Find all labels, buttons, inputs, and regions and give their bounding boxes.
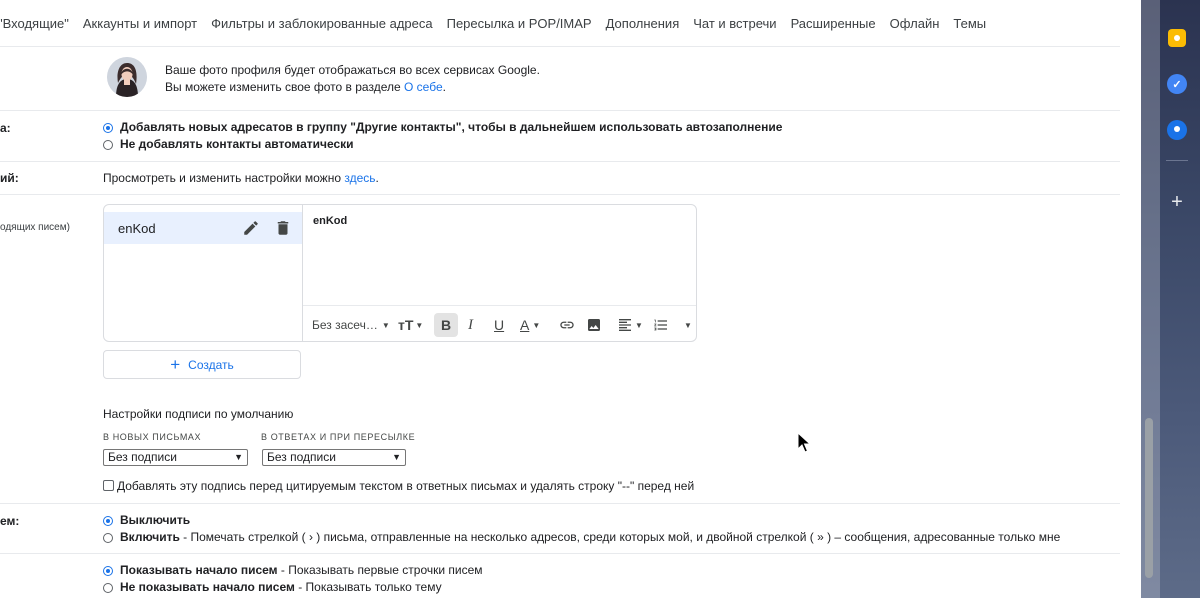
underline-icon[interactable]: U <box>494 316 504 334</box>
tasks-icon[interactable] <box>1167 74 1187 94</box>
signature-list: enKod <box>104 205 303 341</box>
auto-add-contacts-radio[interactable] <box>103 123 113 133</box>
dropdown-arrow-icon: ▼ <box>381 320 390 330</box>
divider <box>0 46 1120 47</box>
signature-editor-content[interactable]: enKod <box>313 215 347 227</box>
profile-change-suffix: . <box>442 80 446 94</box>
show-snippets-radio[interactable] <box>103 566 113 576</box>
no-auto-contacts-label: Не добавлять контакты автоматически <box>120 137 354 151</box>
profile-change-prefix: Вы можете изменить свое фото в разделе <box>165 80 404 94</box>
font-family-select[interactable]: Без засеч… ▼ <box>312 316 390 334</box>
create-signature-label: Создать <box>188 357 234 372</box>
settings-row-label: ий: <box>0 171 19 185</box>
hide-snippets-radio[interactable] <box>103 583 113 593</box>
show-snippets-label: Показывать начало писем - Показывать пер… <box>120 563 483 577</box>
align-button[interactable]: ▼ <box>617 316 643 334</box>
show-snippets-bold: Показывать начало писем <box>120 563 278 577</box>
font-family-label: Без засеч… <box>312 318 378 332</box>
indicators-off-label: Выключить <box>120 513 191 527</box>
settings-tabs: "Входящие" Аккаунты и импорт Фильтры и з… <box>0 14 1000 36</box>
plus-icon: + <box>170 355 181 374</box>
signature-defaults-heading: Настройки подписи по умолчанию <box>103 407 294 421</box>
profile-photo-text: Ваше фото профиля будет отображаться во … <box>165 63 540 77</box>
settings-row-suffix: . <box>375 171 379 185</box>
tab-chat[interactable]: Чат и встречи <box>693 14 776 36</box>
keep-icon[interactable] <box>1168 29 1186 47</box>
indicators-row-label: ем: <box>0 514 20 528</box>
avatar[interactable] <box>107 57 147 97</box>
add-addon-plus-icon[interactable]: + <box>1167 192 1187 214</box>
new-mail-signature-value: Без подписи <box>108 450 177 464</box>
contacts-icon[interactable] <box>1167 120 1187 140</box>
tab-offline[interactable]: Офлайн <box>890 14 940 36</box>
contacts-row-label: а: <box>0 121 11 135</box>
signature-before-quote-checkbox[interactable] <box>103 480 114 491</box>
tab-advanced[interactable]: Расширенные <box>791 14 876 36</box>
auto-add-contacts-label: Добавлять новых адресатов в группу "Друг… <box>120 120 783 134</box>
new-mail-caption: В НОВЫХ ПИСЬМАХ <box>103 432 202 442</box>
settings-here-link[interactable]: здесь <box>344 171 375 185</box>
tab-accounts[interactable]: Аккаунты и импорт <box>83 14 197 36</box>
image-icon[interactable] <box>586 316 602 334</box>
settings-panel: "Входящие" Аккаунты и импорт Фильтры и з… <box>0 0 1141 598</box>
divider <box>0 161 1120 162</box>
settings-row-prefix: Просмотреть и изменить настройки можно <box>103 171 345 185</box>
hide-snippets-label: Не показывать начало писем - Показывать … <box>120 580 442 594</box>
font-size-button[interactable]: тТ ▼ <box>398 316 423 334</box>
hide-snippets-desc: - Показывать только тему <box>294 580 442 594</box>
scrollbar-thumb[interactable] <box>1145 418 1153 578</box>
italic-icon[interactable]: I <box>468 316 473 334</box>
indicators-on-radio[interactable] <box>103 533 113 543</box>
reply-caption: В ОТВЕТАХ И ПРИ ПЕРЕСЫЛКЕ <box>261 432 416 442</box>
show-snippets-desc: - Показывать первые строчки писем <box>277 563 483 577</box>
about-me-link[interactable]: О себе <box>404 80 443 94</box>
indicators-off-radio[interactable] <box>103 516 113 526</box>
align-left-icon <box>619 319 631 331</box>
divider <box>0 110 1120 111</box>
signature-row-label: одящих писем) <box>0 222 70 233</box>
reply-signature-select[interactable]: Без подписи ▼ <box>262 449 406 466</box>
tab-addons[interactable]: Дополнения <box>606 14 680 36</box>
tab-filters[interactable]: Фильтры и заблокированные адреса <box>211 14 432 36</box>
create-signature-button[interactable]: + Создать <box>103 350 301 379</box>
divider <box>0 553 1120 554</box>
numbered-list-icon[interactable] <box>653 316 669 334</box>
delete-trash-icon[interactable] <box>274 219 292 237</box>
no-auto-contacts-radio[interactable] <box>103 140 113 150</box>
dropdown-arrow-icon: ▼ <box>635 320 643 330</box>
signature-before-quote-label: Добавлять эту подпись перед цитируемым т… <box>117 479 695 493</box>
indicators-on-label: Включить - Помечать стрелкой ( › ) письм… <box>120 530 1060 544</box>
text-color-icon: A <box>520 317 530 333</box>
signature-list-item[interactable]: enKod <box>104 212 302 244</box>
signature-editor-box: enKod enKod Без засеч… ▼ тТ ▼ B I U A ▼ ▼ ▼ <box>103 204 697 342</box>
reply-signature-value: Без подписи <box>267 450 336 464</box>
profile-change-text: Вы можете изменить свое фото в разделе О… <box>165 80 446 94</box>
link-icon[interactable] <box>559 316 575 334</box>
divider <box>0 194 1120 195</box>
edit-pencil-icon[interactable] <box>242 219 260 237</box>
side-panel-divider <box>1166 160 1188 161</box>
indicators-on-desc: - Помечать стрелкой ( › ) письма, отправ… <box>179 530 1061 544</box>
hide-snippets-bold: Не показывать начало писем <box>120 580 295 594</box>
divider <box>0 503 1120 504</box>
signature-name: enKod <box>118 221 156 236</box>
tab-inbox[interactable]: "Входящие" <box>0 14 69 36</box>
text-color-button[interactable]: A ▼ <box>520 316 540 334</box>
text-size-icon: тТ <box>398 317 414 333</box>
tab-forwarding[interactable]: Пересылка и POP/IMAP <box>447 14 592 36</box>
dropdown-arrow-icon: ▼ <box>532 320 541 330</box>
tab-themes[interactable]: Темы <box>953 14 986 36</box>
indicators-on-bold: Включить <box>120 530 180 544</box>
bold-icon[interactable]: B <box>441 316 451 334</box>
more-formatting-icon[interactable]: ▼ <box>684 316 692 334</box>
format-toolbar: Без засеч… ▼ тТ ▼ B I U A ▼ ▼ ▼ <box>303 305 696 341</box>
mouse-cursor-icon <box>797 432 811 453</box>
chevron-down-icon: ▼ <box>392 452 401 462</box>
dropdown-arrow-icon: ▼ <box>415 320 424 330</box>
chevron-down-icon: ▼ <box>234 452 243 462</box>
new-mail-signature-select[interactable]: Без подписи ▼ <box>103 449 248 466</box>
settings-row-text: Просмотреть и изменить настройки можно з… <box>103 171 379 185</box>
